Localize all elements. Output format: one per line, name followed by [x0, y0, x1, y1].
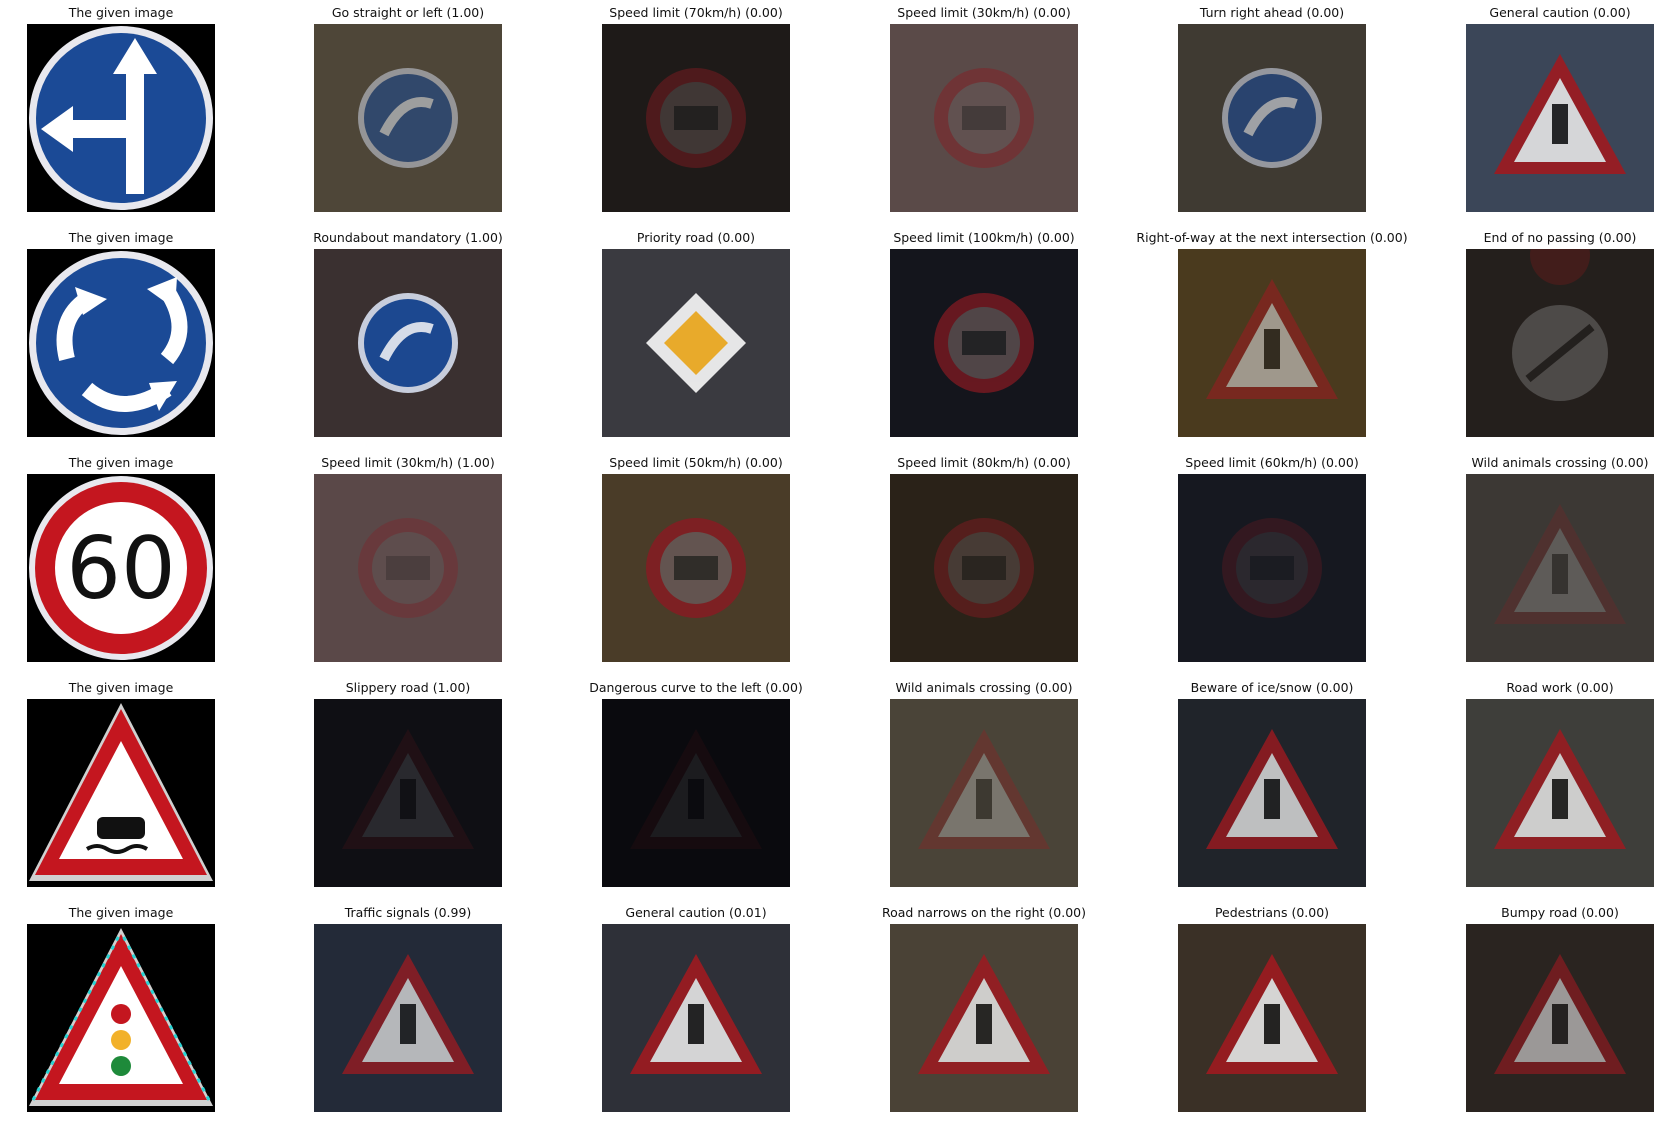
prediction-title: Speed limit (30km/h) (0.00) — [897, 5, 1071, 20]
prediction-title: Wild animals crossing (0.00) — [1471, 455, 1649, 470]
warning-triangle-sign-icon — [890, 924, 1078, 1112]
given-image-cell: The given image — [27, 5, 215, 215]
prediction-title: Roundabout mandatory (1.00) — [313, 230, 503, 245]
prediction-cell: Wild animals crossing (0.00) — [1466, 455, 1654, 665]
given-image-cell: The given image — [27, 905, 215, 1115]
speed-limit-60-sign-icon: 60 — [27, 474, 215, 662]
prediction-title: Speed limit (100km/h) (0.00) — [893, 230, 1075, 245]
given-image-title: The given image — [68, 5, 174, 20]
prediction-cell: Go straight or left (1.00) — [314, 5, 502, 215]
prediction-title: Speed limit (60km/h) (0.00) — [1185, 455, 1359, 470]
speed-limit-sign-icon — [1178, 474, 1366, 662]
warning-triangle-sign-icon — [314, 924, 502, 1112]
given-image-cell: The given image — [27, 230, 215, 440]
sign-number-text: 60 — [66, 519, 175, 619]
prediction-cell: Pedestrians (0.00) — [1178, 905, 1366, 1115]
warning-triangle-sign-icon — [1178, 699, 1366, 887]
prediction-title: Road work (0.00) — [1506, 680, 1614, 695]
prediction-cell: Speed limit (60km/h) (0.00) — [1178, 455, 1366, 665]
blue-circle-sign-icon — [1178, 24, 1366, 212]
speed-limit-sign-icon — [314, 474, 502, 662]
slippery-road-sign-icon — [27, 699, 215, 887]
prediction-title: General caution (0.00) — [1489, 5, 1631, 20]
speed-limit-sign-icon — [602, 24, 790, 212]
given-image-title: The given image — [68, 905, 174, 920]
warning-triangle-sign-icon — [1178, 249, 1366, 437]
prediction-title: Bumpy road (0.00) — [1501, 905, 1619, 920]
prediction-cell: Speed limit (80km/h) (0.00) — [890, 455, 1078, 665]
prediction-title: Speed limit (50km/h) (0.00) — [609, 455, 783, 470]
given-image-title: The given image — [68, 230, 174, 245]
blue-circle-sign-icon — [314, 24, 502, 212]
prediction-title: Speed limit (30km/h) (1.00) — [321, 455, 495, 470]
warning-triangle-sign-icon — [1466, 924, 1654, 1112]
prediction-cell: Priority road (0.00) — [602, 230, 790, 440]
given-image-title: The given image — [68, 455, 174, 470]
prediction-title: Speed limit (80km/h) (0.00) — [897, 455, 1071, 470]
prediction-cell: Wild animals crossing (0.00) — [890, 680, 1078, 890]
warning-triangle-sign-icon — [1466, 24, 1654, 212]
roundabout-sign-icon — [27, 249, 215, 437]
prediction-cell: Speed limit (50km/h) (0.00) — [602, 455, 790, 665]
prediction-cell: Right-of-way at the next intersection (0… — [1136, 230, 1408, 440]
speed-limit-sign-icon — [890, 474, 1078, 662]
prediction-cell: Slippery road (1.00) — [314, 680, 502, 890]
warning-triangle-sign-icon — [1466, 474, 1654, 662]
prediction-cell: Speed limit (30km/h) (0.00) — [890, 5, 1078, 215]
speed-limit-sign-icon — [890, 24, 1078, 212]
prediction-cell: Speed limit (100km/h) (0.00) — [890, 230, 1078, 440]
prediction-title: Traffic signals (0.99) — [344, 905, 472, 920]
prediction-cell: Road narrows on the right (0.00) — [882, 905, 1086, 1115]
prediction-title: Slippery road (1.00) — [345, 680, 471, 695]
warning-triangle-sign-icon — [1178, 924, 1366, 1112]
prediction-cell: Turn right ahead (0.00) — [1178, 5, 1366, 215]
prediction-title: Pedestrians (0.00) — [1214, 905, 1330, 920]
prediction-title: Go straight or left (1.00) — [331, 5, 485, 20]
blue-circle-sign-icon — [314, 249, 502, 437]
prediction-cell: Roundabout mandatory (1.00) — [313, 230, 503, 440]
traffic-signals-sign-icon — [27, 924, 215, 1112]
prediction-cell: Speed limit (30km/h) (1.00) — [314, 455, 502, 665]
end-of-restriction-sign-icon — [1466, 249, 1654, 437]
warning-triangle-sign-icon — [602, 699, 790, 887]
prediction-title: General caution (0.01) — [625, 905, 767, 920]
priority-diamond-sign-icon — [602, 249, 790, 437]
prediction-cell: Beware of ice/snow (0.00) — [1178, 680, 1366, 890]
prediction-cell: Dangerous curve to the left (0.00) — [589, 680, 803, 890]
prediction-title: Dangerous curve to the left (0.00) — [589, 680, 803, 695]
prediction-title: Beware of ice/snow (0.00) — [1190, 680, 1354, 695]
prediction-cell: General caution (0.01) — [602, 905, 790, 1115]
speed-limit-sign-icon — [890, 249, 1078, 437]
prediction-title: Road narrows on the right (0.00) — [881, 905, 1087, 920]
prediction-cell: Traffic signals (0.99) — [314, 905, 502, 1115]
prediction-title: Speed limit (70km/h) (0.00) — [609, 5, 783, 20]
prediction-cell: General caution (0.00) — [1466, 5, 1654, 215]
given-image-cell: The given image — [27, 680, 215, 890]
prediction-cell: Bumpy road (0.00) — [1466, 905, 1654, 1115]
given-image-cell: The given image 60 — [27, 455, 215, 665]
warning-triangle-sign-icon — [602, 924, 790, 1112]
warning-triangle-sign-icon — [314, 699, 502, 887]
prediction-title: Right-of-way at the next intersection (0… — [1136, 230, 1408, 245]
prediction-title: Priority road (0.00) — [636, 230, 756, 245]
prediction-cell: End of no passing (0.00) — [1466, 230, 1654, 440]
prediction-title: Wild animals crossing (0.00) — [895, 680, 1073, 695]
prediction-title: End of no passing (0.00) — [1483, 230, 1637, 245]
given-image-title: The given image — [68, 680, 174, 695]
prediction-cell: Road work (0.00) — [1466, 680, 1654, 890]
speed-limit-sign-icon — [602, 474, 790, 662]
warning-triangle-sign-icon — [890, 699, 1078, 887]
prediction-title: Turn right ahead (0.00) — [1199, 5, 1345, 20]
go-straight-or-left-sign-icon — [27, 24, 215, 212]
warning-triangle-sign-icon — [1466, 699, 1654, 887]
prediction-cell: Speed limit (70km/h) (0.00) — [602, 5, 790, 215]
